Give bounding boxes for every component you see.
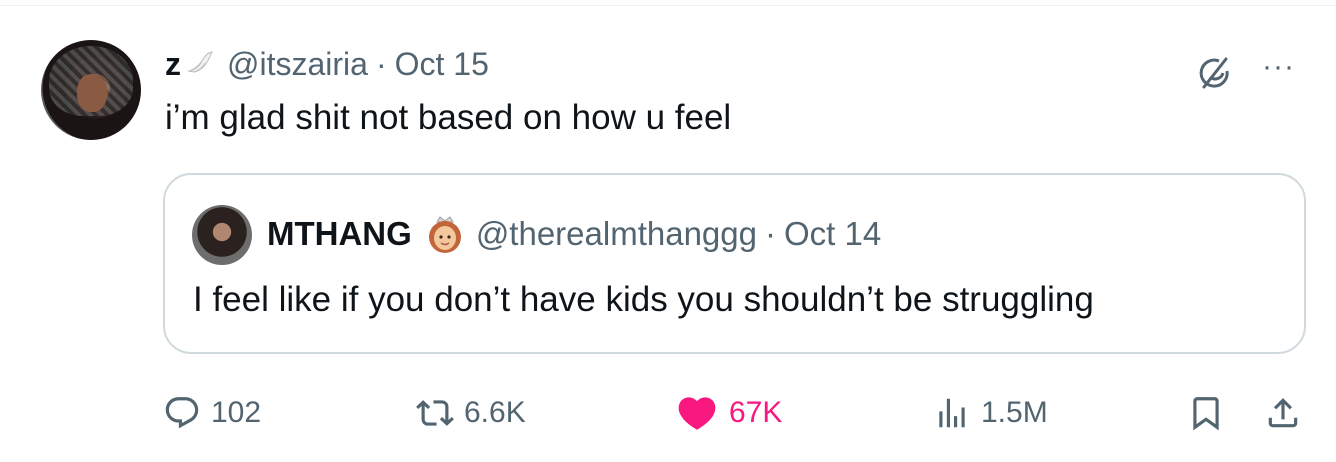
quoted-tweet-date[interactable]: Oct 14 — [784, 215, 881, 253]
views-count: 1.5M — [981, 396, 1048, 429]
author-name[interactable]: z — [165, 46, 181, 83]
share-button[interactable] — [1264, 388, 1302, 438]
quoted-author-name[interactable]: MTHANG — [267, 215, 412, 253]
more-icon[interactable]: ··· — [1262, 50, 1295, 84]
bookmark-icon — [1193, 397, 1219, 431]
repost-icon — [416, 400, 454, 426]
tweet-header: z @itszairia · Oct 15 — [165, 44, 489, 84]
author-avatar[interactable] — [41, 40, 141, 140]
wing-emoji-icon — [187, 51, 213, 73]
like-button[interactable]: 67K — [675, 388, 782, 438]
bookmark-button[interactable] — [1187, 388, 1225, 438]
reply-count: 102 — [211, 396, 262, 429]
repost-count: 6.6K — [464, 396, 526, 429]
quoted-tweet-text: I feel like if you don’t have kids you s… — [193, 280, 1094, 319]
princess-emoji-icon — [428, 216, 461, 253]
reply-icon — [165, 397, 199, 429]
quoted-tweet-card[interactable] — [163, 173, 1306, 354]
views-icon — [939, 398, 965, 428]
tweet-date[interactable]: Oct 15 — [395, 46, 489, 83]
author-handle[interactable]: @itszairia — [227, 46, 368, 83]
like-count: 67K — [729, 396, 783, 429]
views-button[interactable]: 1.5M — [933, 388, 1048, 438]
repost-button[interactable]: 6.6K — [416, 388, 526, 438]
quoted-tweet-header: MTHANG @therealmthanggg · Oct 14 — [267, 212, 881, 256]
grok-icon[interactable] — [1195, 53, 1235, 93]
quoted-header-separator: · — [765, 215, 776, 252]
header-separator: · — [375, 45, 387, 82]
heart-icon — [678, 397, 716, 430]
action-bar: 102 6.6K 67K 1.5M — [0, 388, 1336, 438]
avatar-face — [77, 74, 107, 112]
tweet-text: i’m glad shit not based on how u feel — [165, 98, 732, 137]
share-icon — [1268, 398, 1298, 428]
divider — [0, 5, 1336, 6]
quoted-author-handle[interactable]: @therealmthanggg — [476, 215, 757, 253]
reply-button[interactable]: 102 — [163, 388, 261, 438]
quoted-author-avatar[interactable] — [192, 205, 252, 265]
